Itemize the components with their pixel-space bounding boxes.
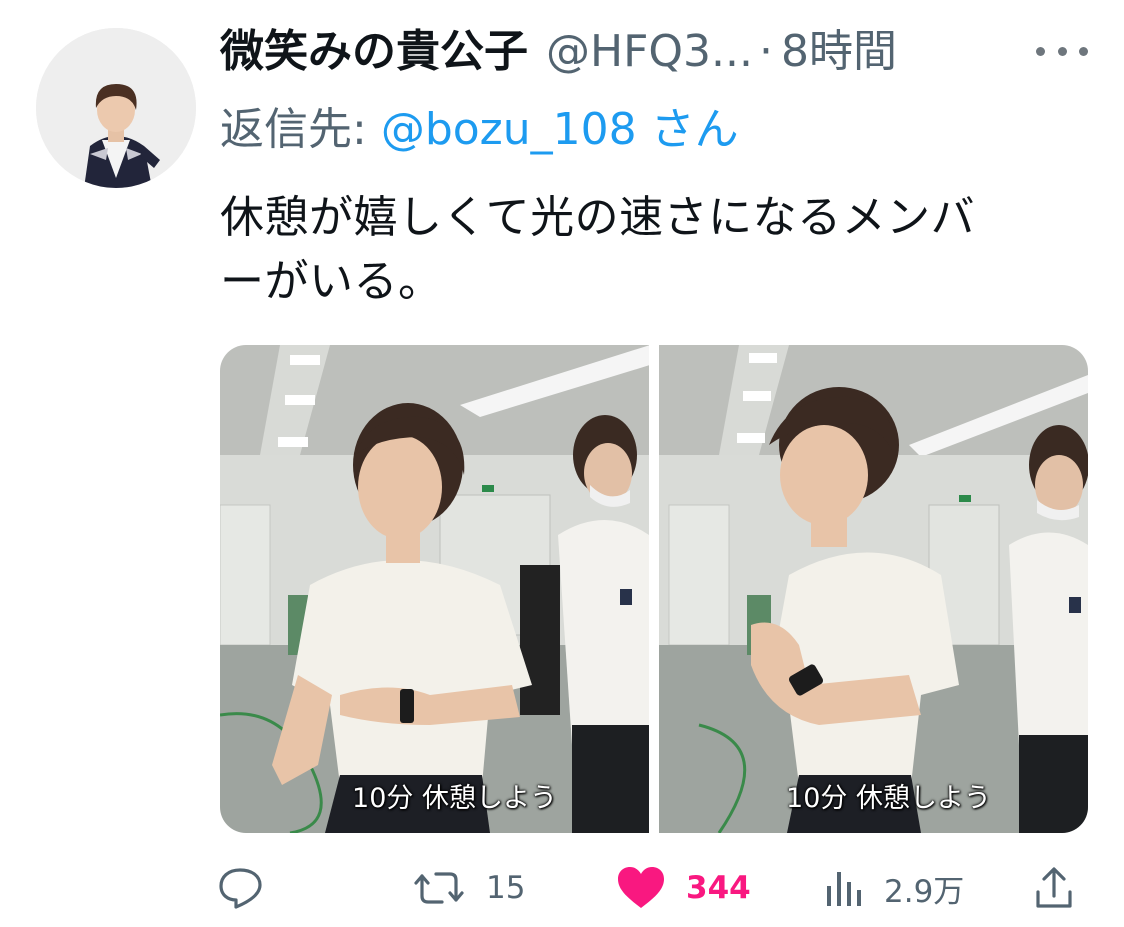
reply-label: 返信先: xyxy=(220,104,367,155)
more-icon-dot xyxy=(1079,46,1088,56)
retweet-count: 15 xyxy=(486,870,526,906)
tweet-text-line: 休憩が嬉しくて光の速さになるメンバ xyxy=(220,192,976,243)
more-icon xyxy=(1036,46,1045,56)
media-image[interactable]: 10分 休憩しよう xyxy=(220,345,649,833)
reply-button[interactable] xyxy=(218,858,264,918)
tweet-header: 微笑みの貴公子 @HFQ3... · 8時間 xyxy=(220,22,1080,82)
display-name[interactable]: 微笑みの貴公子 xyxy=(220,22,528,82)
video-caption: 10分 休憩しよう xyxy=(352,783,557,814)
more-options-button[interactable] xyxy=(1036,36,1088,66)
like-count: 344 xyxy=(686,870,751,906)
retweet-icon xyxy=(412,866,466,910)
views-button[interactable]: 2.9万 xyxy=(824,858,964,918)
media-image[interactable]: 10分 休憩しよう xyxy=(659,345,1088,833)
separator-dot: · xyxy=(758,26,773,77)
tweet-text-line: ーがいる。 xyxy=(220,256,443,307)
views-icon xyxy=(824,866,864,910)
more-icon-dot xyxy=(1057,46,1067,56)
views-count: 2.9万 xyxy=(884,873,965,910)
avatar[interactable] xyxy=(36,28,196,188)
like-button[interactable]: 344 xyxy=(616,858,751,918)
tweet-media: 10分 休憩しよう 10分 休憩しよう xyxy=(220,345,1088,833)
user-handle[interactable]: @HFQ3... xyxy=(546,22,753,82)
timestamp[interactable]: 8時間 xyxy=(781,22,897,82)
reply-to-link[interactable]: @bozu_108 さん xyxy=(381,104,739,155)
tweet-text: 休憩が嬉しくて光の速さになるメンバ ーがいる。 xyxy=(220,186,1090,314)
reply-context: 返信先: @bozu_108 さん xyxy=(220,100,739,160)
heart-icon xyxy=(616,866,666,910)
share-button[interactable] xyxy=(1034,858,1074,918)
share-icon xyxy=(1034,866,1074,910)
retweet-button[interactable]: 15 xyxy=(412,858,525,918)
tweet-actions: 15 344 2.9万 xyxy=(0,858,1124,918)
video-caption: 10分 休憩しよう xyxy=(786,783,991,814)
reply-icon xyxy=(218,866,264,910)
